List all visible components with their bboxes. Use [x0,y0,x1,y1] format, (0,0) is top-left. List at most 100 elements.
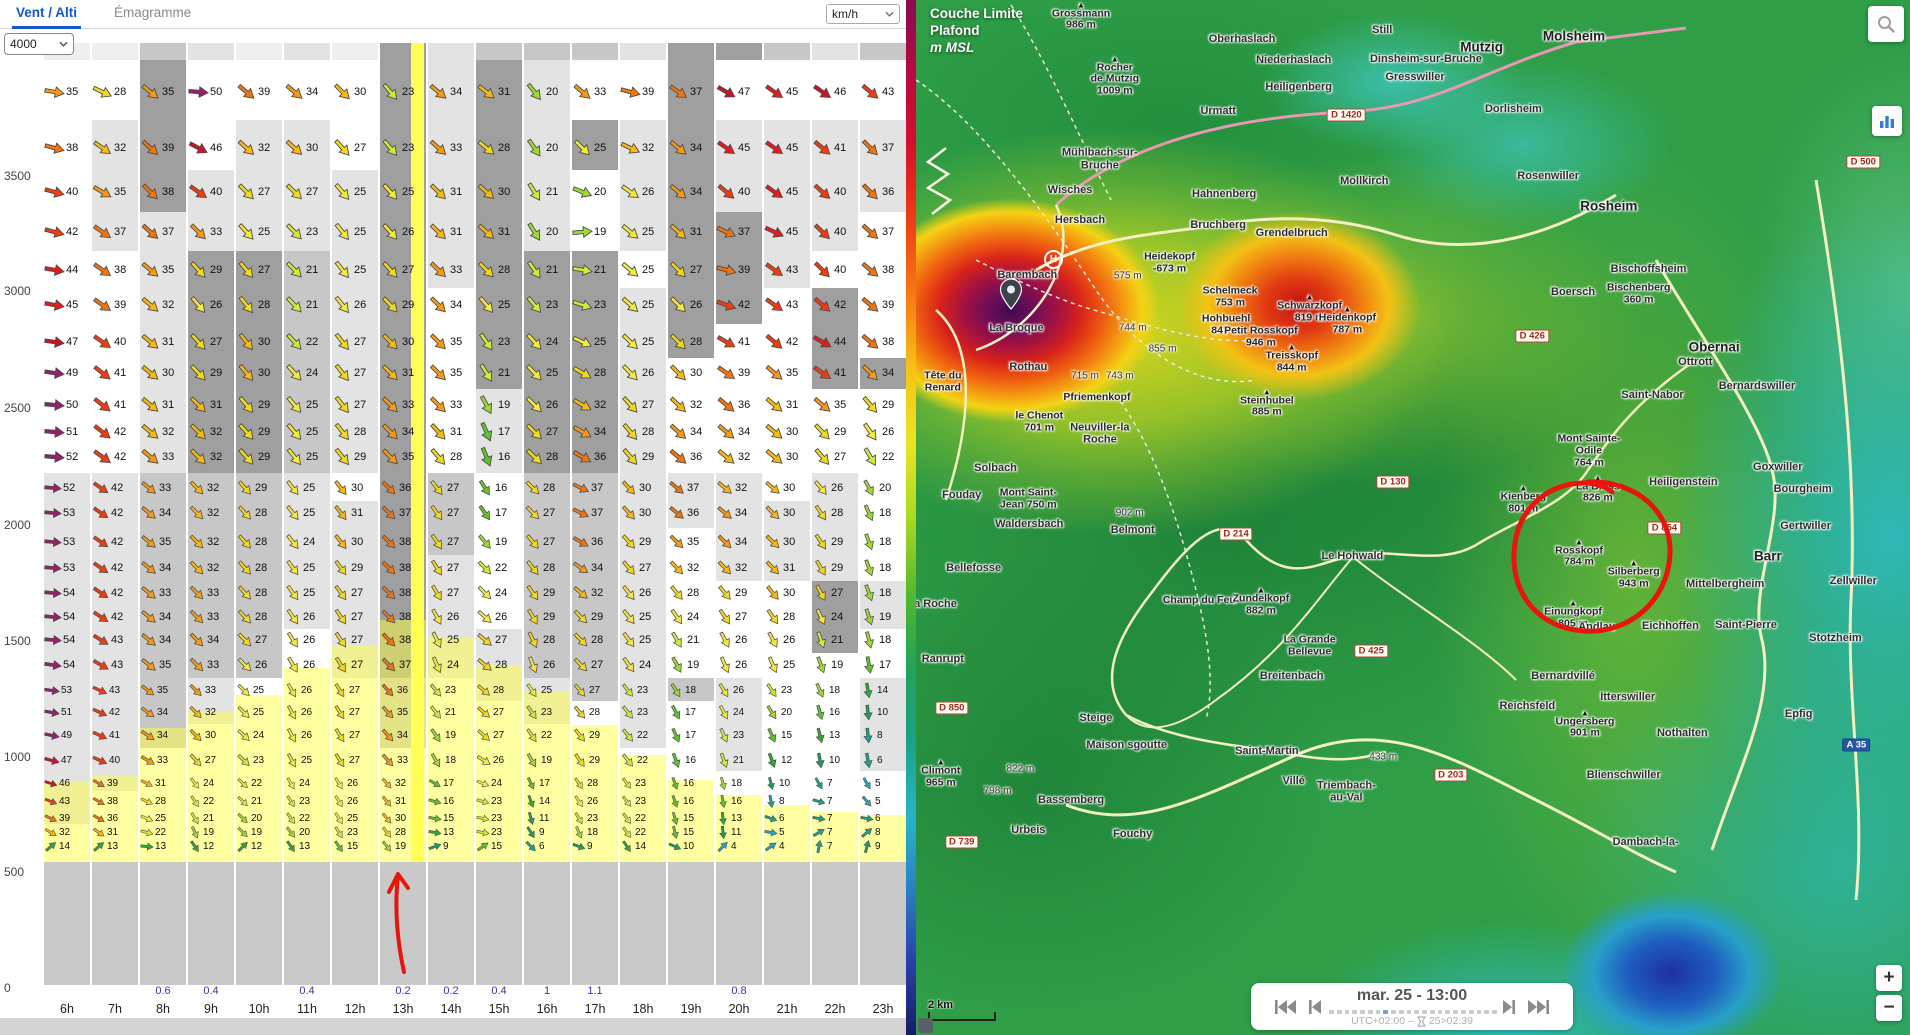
wind-speed-value: 27 [354,399,366,411]
wind-speed-value: 28 [495,659,507,671]
wind-cell: 9 [524,827,545,838]
stats-button[interactable] [1872,106,1902,136]
hour-label-16h[interactable]: 116h [524,985,570,1018]
wind-arrow-icon [813,838,824,853]
wind-arrow-icon [811,812,826,823]
attribution-toggle[interactable] [918,1018,933,1033]
wind-arrow-icon [139,811,155,825]
wind-cell: 17 [668,707,696,718]
wind-cell: 31 [764,398,798,412]
hour-label-8h[interactable]: 0.68h [140,985,186,1018]
wind-cell: 5 [860,796,881,807]
wind-speed-value: 43 [109,685,120,696]
hour-label-6h[interactable]: 6h [44,985,90,1018]
wind-cell: 23 [380,85,414,99]
wind-cell: 16 [668,778,694,789]
hour-label-21h[interactable]: 21h [764,985,810,1018]
wind-speed-value: 23 [253,755,264,766]
wind-speed-value: 28 [498,264,510,276]
wind-cell: 11 [716,827,741,838]
wind-cell: 36 [380,482,411,494]
altitude-tick: 500 [4,865,36,879]
hour-label-11h[interactable]: 0.411h [284,985,330,1018]
wind-speed-value: 46 [834,86,846,98]
hour-label-19h[interactable]: 19h [668,985,714,1018]
wind-speed-value: 42 [109,707,120,718]
wind-cell: 34 [572,425,606,439]
wind-speed-value: 13 [107,841,118,852]
wind-speed-value: 25 [541,685,552,696]
wind-cell: 27 [332,755,360,766]
hour-label-10h[interactable]: 10h [236,985,282,1018]
wind-speed-value: 49 [61,730,72,741]
wind-arrow-icon [43,139,67,158]
wind-cell: 45 [716,141,750,155]
wind-cell: 15 [428,813,454,824]
wind-cell: 18 [860,587,891,599]
zoom-in-button[interactable]: + [1876,965,1902,991]
wind-cell: 6 [764,813,785,824]
hour-label-14h[interactable]: 0.214h [428,985,474,1018]
timeline-dot [1422,1010,1427,1014]
wind-arrow-icon [718,811,728,826]
skip-to-end-button[interactable] [1527,997,1551,1017]
wind-cell: 40 [812,185,846,199]
location-marker-pin[interactable] [999,278,1023,310]
search-button[interactable] [1868,6,1904,42]
wind-speed-value: 21 [445,707,456,718]
tab-emagramme[interactable]: Émagramme [110,5,195,26]
wind-cell: 28 [236,507,267,519]
wind-cell: 26 [284,707,312,718]
map-label: Bischenberg360 m [1607,282,1671,306]
wind-speed-value: 16 [683,778,694,789]
hour-label-22h[interactable]: 22h [812,985,858,1018]
wind-cell: 19 [236,827,262,838]
hour-label-18h[interactable]: 18h [620,985,666,1018]
cloud-cover-top [620,43,666,60]
wind-speed-value: 22 [495,562,507,574]
wind-cell: 30 [620,482,651,494]
wind-cell: 27 [812,587,843,599]
tab-vent-alti[interactable]: Vent / Alti [12,5,81,29]
wind-speed-value: 30 [639,482,651,494]
wind-speed-value: 25 [253,685,264,696]
hour-label-17h[interactable]: 1.117h [572,985,618,1018]
timeline-dot [1360,1010,1365,1014]
altitude-select[interactable]: 4000 [4,33,74,55]
hour-label-9h[interactable]: 0.49h [188,985,234,1018]
timeline-progress[interactable] [1329,1010,1497,1014]
wind-speed-value: 17 [443,778,454,789]
wind-speed-value: 27 [349,755,360,766]
hour-label-20h[interactable]: 0.820h [716,985,762,1018]
wind-cell: 35 [668,536,699,548]
zoom-out-button[interactable]: − [1876,995,1902,1021]
wind-speed-value: 16 [685,755,696,766]
wind-speed-value: 16 [731,796,742,807]
wind-cell: 37 [572,507,603,519]
map[interactable]: Couche Limite Plafond m MSL ▲Grossmann98… [916,0,1910,1035]
hour-label-12h[interactable]: 12h [332,985,378,1018]
hour-label-15h[interactable]: 0.415h [476,985,522,1018]
unit-select[interactable]: km/h [826,4,900,24]
wind-cell: 15 [764,730,792,741]
wind-speed-value: 26 [495,611,507,623]
wind-cell: 25 [524,685,552,696]
wind-cell: 23 [620,707,648,718]
step-back-button[interactable] [1303,997,1327,1017]
map-label: 855 m [1149,343,1177,354]
map-label: ▲La Bloss826 m [1576,475,1620,505]
wind-speed-value: 43 [882,86,894,98]
wind-cell: 26 [284,659,315,671]
wind-speed-value: 27 [351,634,363,646]
wind-cell: 31 [428,425,462,439]
skip-to-start-button[interactable] [1273,997,1297,1017]
hour-label-7h[interactable]: 7h [92,985,138,1018]
wind-speed-value: 23 [635,778,646,789]
wind-speed-value: 28 [255,611,267,623]
wind-cell: 25 [332,813,358,824]
hour-label-13h[interactable]: 0.213h [380,985,426,1018]
wind-cell: 28 [236,536,267,548]
wind-speed-value: 54 [63,611,75,623]
step-forward-button[interactable] [1497,997,1521,1017]
hour-label-23h[interactable]: 23h [860,985,906,1018]
